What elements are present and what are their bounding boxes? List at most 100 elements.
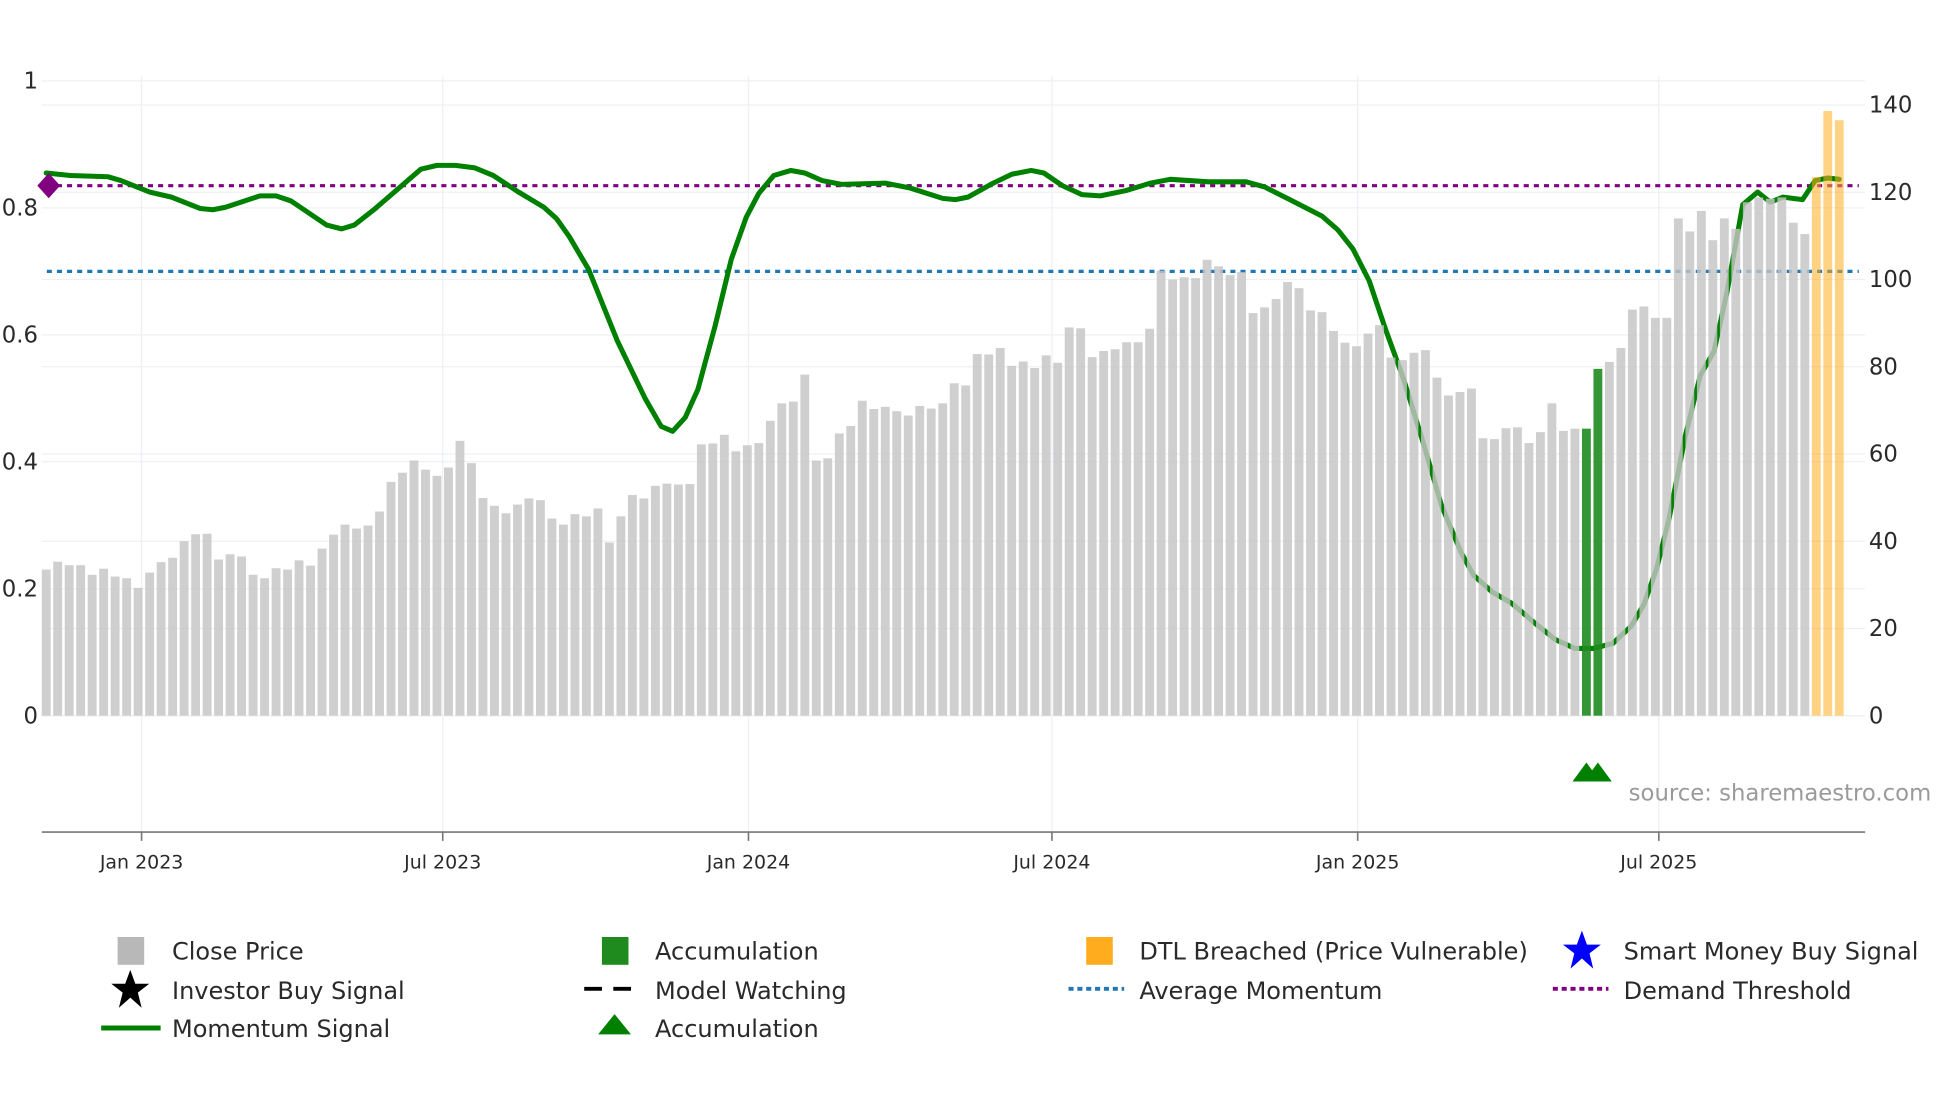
close-price-bar: [1547, 403, 1557, 716]
legend-item-smart-money[interactable]: Smart Money Buy Signal: [1562, 930, 1919, 969]
close-price-bar: [156, 562, 166, 716]
close-price-bar: [1156, 270, 1166, 716]
close-price-bar: [306, 565, 315, 716]
close-price-bar: [237, 556, 247, 716]
close-price-bar: [1191, 278, 1201, 716]
close-price-bar: [1145, 328, 1155, 716]
close-price-bar: [1110, 349, 1120, 716]
close-price-bar: [1513, 427, 1522, 716]
close-price-bar: [1524, 443, 1534, 716]
close-price-bar: [398, 472, 407, 716]
close-price-bar: [650, 485, 660, 716]
legend-label: Close Price: [172, 938, 304, 966]
close-price-bar: [467, 463, 476, 716]
source-label: source: sharemaestro.com: [1629, 780, 1932, 806]
left-y-tick-label: 0.2: [2, 576, 38, 602]
legend-item-dtl-breached[interactable]: DTL Breached (Price Vulnerable): [1086, 936, 1528, 966]
close-price-bar: [558, 524, 568, 716]
close-price-swatch-icon: [117, 936, 145, 965]
close-price-bar: [1604, 361, 1614, 716]
close-price-bar: [87, 574, 97, 716]
legend-label: Investor Buy Signal: [172, 977, 405, 1005]
close-price-bar: [1237, 272, 1246, 716]
legend-item-investor-buy[interactable]: Investor Buy Signal: [111, 969, 405, 1008]
dtl-breached-bar: [1834, 120, 1844, 716]
close-price-bar: [490, 505, 499, 716]
legend-item-close-price[interactable]: Close Price: [117, 936, 304, 966]
close-price-bar: [1329, 330, 1338, 716]
legend-item-momentum-signal[interactable]: Momentum Signal: [101, 1015, 390, 1043]
close-price-bar: [524, 498, 534, 716]
close-price-bar: [1421, 350, 1430, 716]
dtl-breached-swatch-icon: [1086, 936, 1113, 965]
close-price-bar: [1742, 202, 1752, 716]
legend-item-average-momentum[interactable]: Average Momentum: [1068, 977, 1383, 1005]
legend-item-accumulation-marker[interactable]: Accumulation: [598, 1014, 819, 1043]
accumulation-swatch-icon: [601, 936, 629, 965]
close-price-bar: [696, 444, 706, 716]
close-price-bar: [639, 498, 649, 716]
close-price-bar: [892, 411, 902, 716]
close-price-bar: [444, 467, 453, 716]
close-price-bar: [880, 406, 890, 716]
legend-label: Demand Threshold: [1624, 977, 1852, 1005]
close-price-bar: [421, 469, 430, 716]
close-price-bar: [1398, 360, 1407, 716]
close-price-bar: [984, 354, 994, 716]
close-price-bar: [903, 415, 913, 716]
close-price-bar: [1168, 279, 1178, 716]
close-price-bar: [1294, 288, 1304, 716]
x-tick-label: Jan 2025: [1315, 852, 1399, 874]
close-price-bar: [1030, 368, 1040, 716]
close-price-bar: [122, 578, 132, 716]
close-price-bar: [1122, 342, 1132, 716]
close-price-bar: [788, 401, 798, 716]
close-price-bar: [800, 374, 810, 716]
left-y-tick-label: 0.8: [2, 195, 38, 221]
close-price-bar: [329, 534, 338, 716]
close-price-bar: [225, 554, 235, 716]
close-price-bar: [513, 504, 522, 716]
close-price-bar: [168, 557, 178, 716]
close-price-bar: [375, 511, 384, 716]
close-price-bar: [1501, 428, 1511, 716]
right-y-tick-label: 60: [1869, 442, 1898, 468]
close-price-bar: [1283, 282, 1292, 716]
close-price-bar: [1076, 328, 1086, 716]
close-price-bar: [1719, 218, 1729, 716]
close-price-bar: [260, 578, 269, 716]
close-price-bar: [604, 542, 614, 716]
legend: Close Price Accumulation DTL Breached (P…: [101, 930, 1919, 1043]
close-price-bar: [915, 405, 925, 716]
close-price-bar: [1248, 313, 1258, 716]
close-price-bar: [1133, 342, 1143, 716]
close-price-bar: [1478, 438, 1488, 716]
close-price-bar: [1260, 307, 1269, 716]
dtl-breached-bar: [1811, 176, 1821, 716]
close-price-bar: [1202, 259, 1212, 716]
close-price-bar: [570, 514, 580, 716]
close-price-bar: [1053, 362, 1063, 716]
close-price-bar: [949, 383, 959, 716]
legend-item-model-watching[interactable]: Model Watching: [584, 977, 847, 1005]
legend-item-accumulation-bar[interactable]: Accumulation: [601, 936, 819, 966]
close-price-bar: [1179, 277, 1189, 716]
close-price-bar: [1087, 357, 1097, 716]
close-price-bar: [869, 409, 879, 716]
close-price-bar: [685, 484, 695, 716]
close-price-bar: [1650, 317, 1660, 716]
close-price-bars: [41, 111, 1844, 716]
close-price-bar: [340, 524, 350, 716]
close-price-bar: [133, 587, 143, 716]
close-price-bar: [616, 516, 626, 716]
close-price-bar: [363, 525, 373, 716]
close-price-bar: [1627, 309, 1637, 716]
legend-label: Momentum Signal: [172, 1015, 390, 1043]
close-price-bar: [1363, 333, 1373, 716]
close-price-bar: [1765, 198, 1775, 716]
close-price-bar: [777, 403, 787, 716]
close-price-bar: [581, 516, 591, 716]
close-price-bar: [1214, 266, 1224, 716]
close-price-bar: [972, 354, 982, 716]
legend-item-demand-threshold[interactable]: Demand Threshold: [1552, 977, 1852, 1005]
